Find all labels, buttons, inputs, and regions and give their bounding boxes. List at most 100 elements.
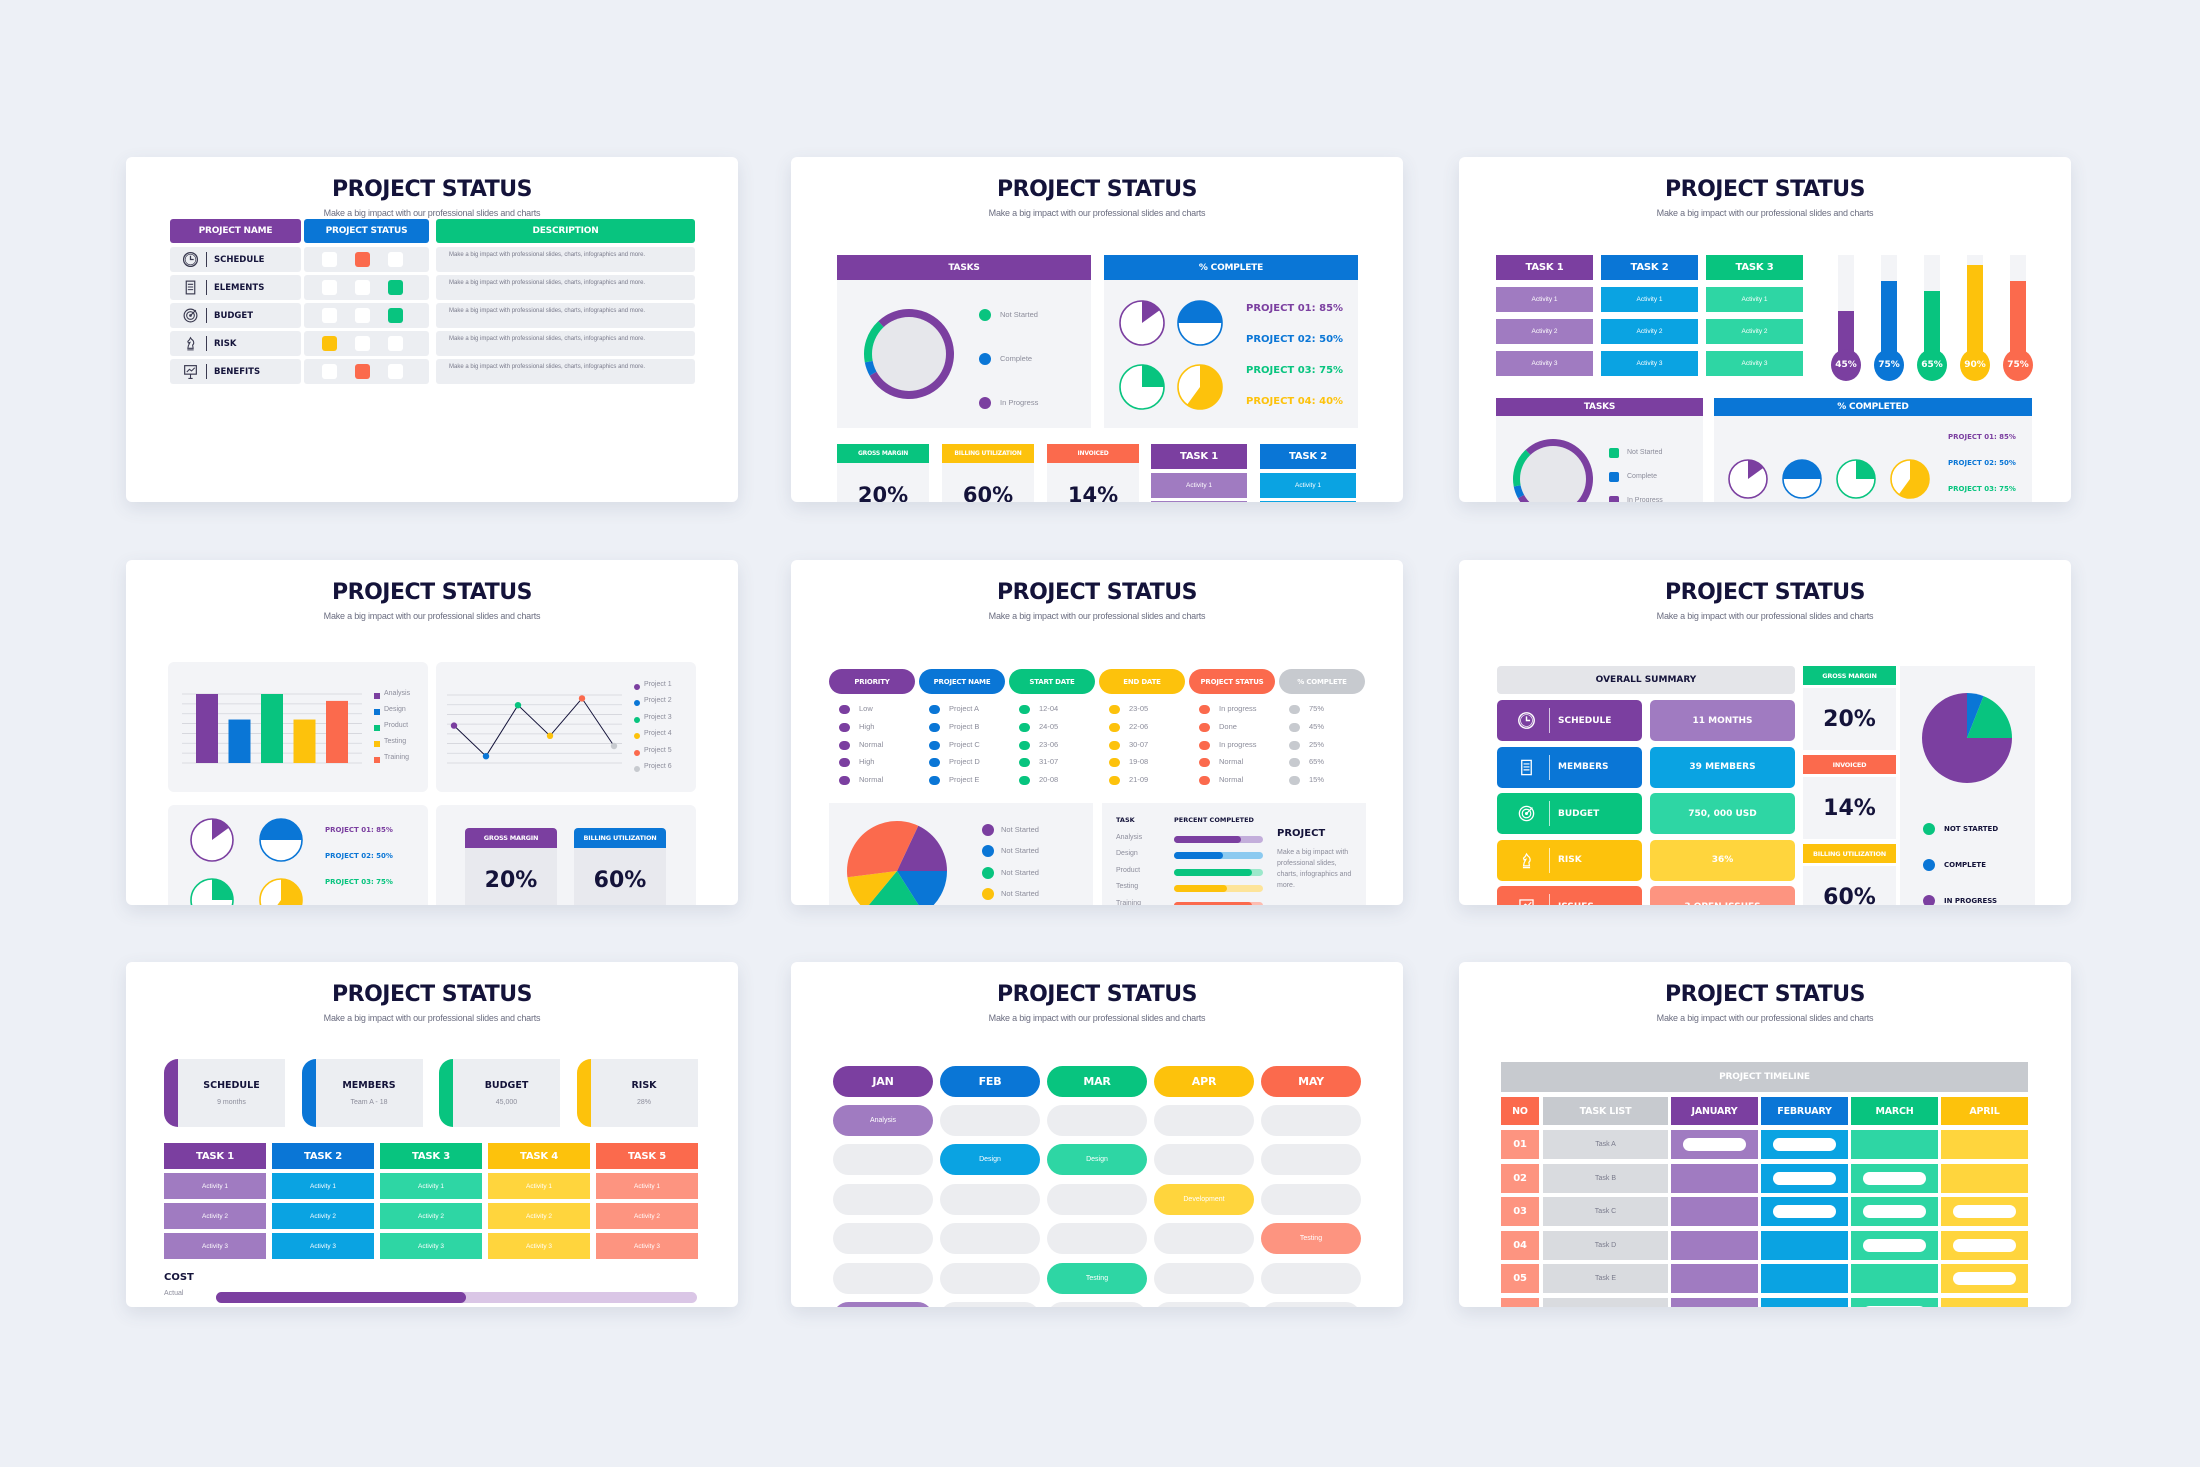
legend-label: Not Started [1001, 867, 1039, 877]
timeline-cell [1761, 1297, 1848, 1307]
empty-slot [833, 1262, 933, 1294]
kpi-value: 20% [465, 848, 557, 905]
project-percent-label: PROJECT 03: 75% [1246, 365, 1344, 376]
legend-label: IN PROGRESS [1944, 897, 1998, 905]
table-header: DESCRIPTION [436, 219, 695, 243]
project-percent-label: PROJECT 02: 50% [1948, 459, 2016, 467]
timeline-cell [1851, 1163, 1938, 1193]
activity-cell: Activity 1 [164, 1173, 266, 1199]
row-number: 03 [1501, 1197, 1539, 1226]
clock-icon [182, 251, 199, 268]
timeline-bar [1773, 1138, 1836, 1151]
timeline-header: PROJECT TIMELINE [1501, 1062, 2028, 1092]
timeline-bar [1953, 1205, 2016, 1218]
legend-dot [634, 684, 640, 690]
timeline-cell [1851, 1264, 1938, 1293]
activity-cell: Activity 2 [164, 1203, 266, 1229]
month-header: MAR [1047, 1066, 1147, 1097]
project-status-cell [304, 275, 429, 300]
table-header: PROJECT NAME [170, 219, 301, 243]
empty-slot [1154, 1144, 1254, 1176]
status-indicator [322, 336, 337, 351]
project-description: Make a big impact with professional slid… [1277, 849, 1352, 889]
status-indicator [322, 308, 337, 323]
legend-dot [1923, 895, 1935, 905]
chess-knight-icon [182, 335, 199, 352]
description-cell: Make a big impact with professional slid… [436, 359, 695, 384]
timeline-bar [1863, 1238, 1926, 1252]
empty-slot [833, 1183, 933, 1215]
month-header: FEB [940, 1066, 1040, 1097]
timeline-cell [1761, 1264, 1848, 1293]
description-text: Make a big impact with professional slid… [449, 336, 646, 342]
timeline-cell [1761, 1230, 1848, 1260]
description-text: Make a big impact with professional slid… [449, 308, 646, 314]
timeline-cell [1671, 1264, 1758, 1293]
row-number: 05 [1501, 1264, 1539, 1293]
timeline-cell [1671, 1297, 1758, 1307]
project-status-cell [304, 331, 429, 356]
activity-pill: Testing [1047, 1262, 1147, 1294]
project-percent-label: PROJECT 01: 85% [1246, 303, 1344, 314]
slide-overall-summary: PROJECT STATUS Make a big impact with ou… [1459, 560, 2071, 905]
card-value: 45,000 [495, 1098, 518, 1106]
slide-thermometers: PROJECT STATUS Make a big impact with ou… [1459, 157, 2071, 502]
project-name-cell: ELEMENTS [170, 275, 301, 300]
task-name: Task A [1543, 1130, 1668, 1159]
divider [206, 252, 207, 267]
column-header: JANUARY [1671, 1097, 1758, 1125]
description-text: Make a big impact with professional slid… [449, 364, 646, 370]
legend-square [374, 725, 380, 731]
activity-cell: Activity 1 [272, 1173, 374, 1199]
project-percent-label: PROJECT 01: 85% [325, 826, 393, 834]
legend-dot [634, 716, 640, 723]
summary-card [301, 1059, 423, 1127]
project-percent-label: PROJECT 02: 50% [325, 852, 393, 860]
status-indicator [388, 280, 403, 295]
kpi-value: 60% [942, 463, 1034, 502]
month-header: JAN [833, 1066, 933, 1097]
presentation-chart-icon [182, 363, 199, 380]
row-number: 06 [1501, 1297, 1539, 1307]
row-number: 04 [1501, 1230, 1539, 1260]
slide-title: PROJECT STATUS [1665, 982, 1865, 1007]
legend-square [374, 693, 380, 699]
timeline-cell [1761, 1163, 1848, 1193]
project-name-label: RISK [214, 338, 237, 349]
summary-card [576, 1059, 698, 1127]
legend-dot [982, 866, 994, 879]
timeline-cell [1941, 1130, 2028, 1159]
task-name: Task D [1543, 1230, 1668, 1260]
description-cell: Make a big impact with professional slid… [436, 303, 695, 328]
timeline-cell [1671, 1163, 1758, 1193]
legend-label: Project 3 [644, 713, 672, 721]
project-name-label: SCHEDULE [214, 254, 265, 265]
timeline-cell [1761, 1197, 1848, 1226]
timeline-cell [1941, 1230, 2028, 1260]
empty-slot [940, 1262, 1040, 1294]
empty-slot [1261, 1183, 1361, 1215]
legend-dot [1923, 823, 1935, 835]
empty-slot [940, 1183, 1040, 1215]
timeline-bar [1773, 1171, 1836, 1185]
line-point [610, 742, 618, 750]
cost-label: Actual [164, 1290, 184, 1297]
status-indicator [322, 252, 337, 267]
legend-label: Project 2 [644, 697, 672, 705]
column-header: MARCH [1851, 1097, 1938, 1125]
kpi-label: BILLING UTILIZATION [942, 444, 1034, 463]
task-header: TASK 2 [272, 1143, 374, 1169]
timeline-cell [1671, 1197, 1758, 1226]
status-indicator [388, 252, 403, 267]
timeline-cell [1851, 1130, 1938, 1159]
empty-slot [1047, 1223, 1147, 1255]
card-title: SCHEDULE [203, 1079, 260, 1091]
activity-pill: Development [1154, 1183, 1254, 1215]
table-header: PROJECT STATUS [304, 219, 429, 243]
empty-slot [1047, 1183, 1147, 1215]
legend-dot [982, 824, 994, 836]
project-pie-wedge [1178, 301, 1222, 323]
activity-cell: Activity 1 [596, 1173, 698, 1199]
activity-cell: Activity 2 [272, 1203, 374, 1229]
progress-fill [1174, 885, 1227, 893]
